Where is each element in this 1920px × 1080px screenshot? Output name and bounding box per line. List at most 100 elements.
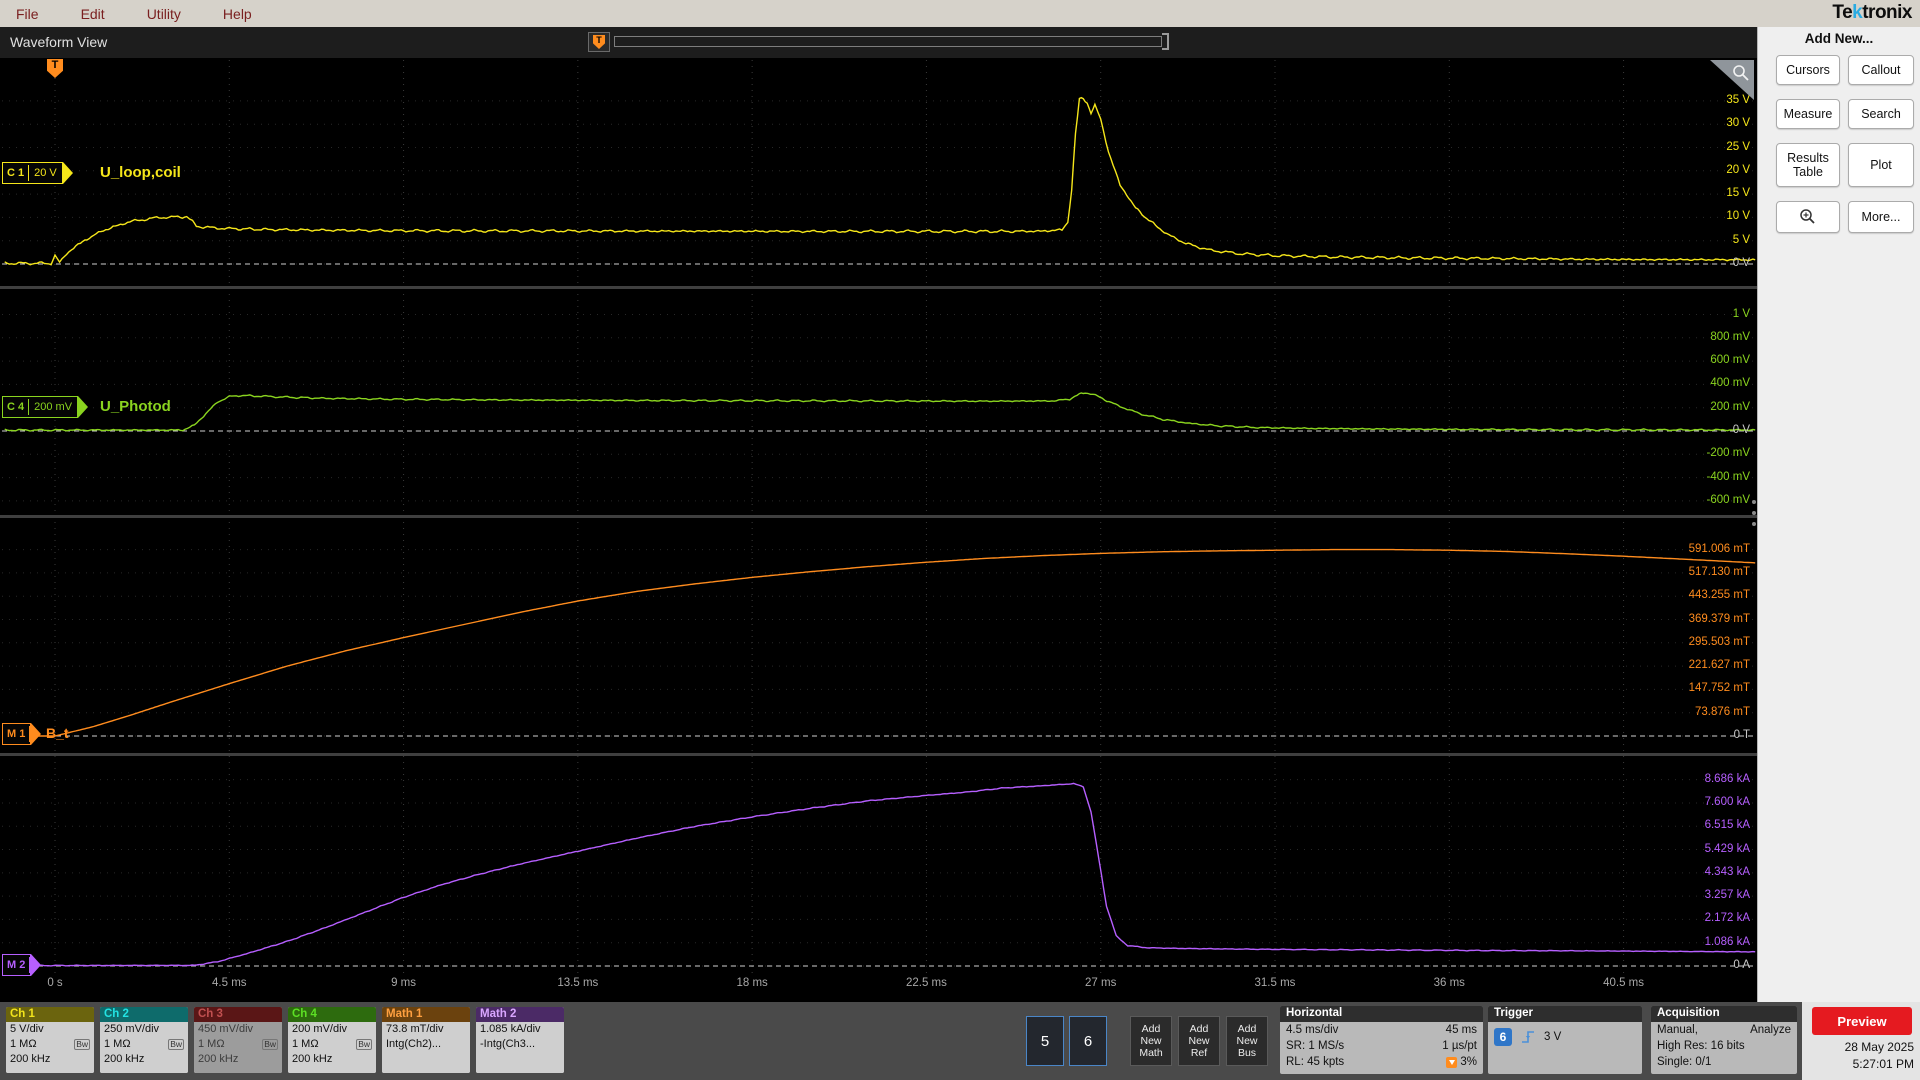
waveform-display[interactable]: 35 V 30 V 25 V 20 V 15 V 10 V 5 V 0 V 1 V 800 mV 6… <box>0 58 1757 1002</box>
bandwidth-limit-icon: Bw <box>262 1039 278 1050</box>
time-tick-label: 40.5 ms <box>1603 977 1645 989</box>
scale-label: -200 mV <box>1706 447 1750 460</box>
horizontal-pan-trigger-icon[interactable]: T <box>588 32 610 52</box>
scale-label: 35 V <box>1726 93 1750 106</box>
channel-badge-math1[interactable]: Math 1 73.8 mT/div Intg(Ch2)... <box>382 1007 470 1073</box>
c4-id: C 4 <box>3 399 30 415</box>
results-table-button[interactable]: Results Table <box>1776 143 1840 187</box>
scale-label: 1.086 kA <box>1704 935 1750 948</box>
time-display: 5:27:01 PM <box>1852 1057 1914 1071</box>
scale-label: 0 V <box>1732 424 1750 436</box>
bandwidth-limit-icon: Bw <box>168 1039 184 1050</box>
c1-scale: 20 V <box>34 167 57 179</box>
slice-separator[interactable] <box>0 753 1757 756</box>
acquisition-panel[interactable]: Acquisition Manual, Analyze High Res: 16 … <box>1651 1006 1797 1074</box>
horizontal-panel[interactable]: Horizontal 4.5 ms/div 45 ms SR: 1 MS/s 1 µ… <box>1280 1006 1483 1074</box>
bandwidth-limit-icon: Bw <box>356 1039 372 1050</box>
scale-label: 0 T <box>1733 729 1750 741</box>
channel-marker-m2[interactable]: M 2 <box>2 954 42 976</box>
zoom-magnifier-icon <box>1800 209 1815 224</box>
channel-badge-row: 1 MΩ <box>104 1038 131 1050</box>
c1-id: C 1 <box>3 165 30 181</box>
add-new-bus-button[interactable]: Add New Bus <box>1226 1016 1268 1066</box>
channel-badge-ch4[interactable]: Ch 4 200 mV/div 1 MΩ Bw 200 kHz <box>288 1007 376 1073</box>
scale-label: 73.876 mT <box>1695 705 1750 718</box>
channel-marker-c1[interactable]: C 1 20 V <box>2 162 73 184</box>
trigger-source-badge: 6 <box>1494 1028 1512 1046</box>
waveform-svg <box>2 60 1756 973</box>
trace-label-u-photod: U_Photod <box>100 398 171 415</box>
scale-label: 5 V <box>1732 233 1750 246</box>
scale-label: 200 mV <box>1710 400 1750 413</box>
channel-badge-body: 5 V/div 1 MΩ Bw 200 kHz <box>6 1022 94 1073</box>
scale-label: 0 V <box>1732 257 1750 269</box>
scale-label: 1 V <box>1732 307 1750 320</box>
channel-badge-ch2[interactable]: Ch 2 250 mV/div 1 MΩ Bw 200 kHz <box>100 1007 188 1073</box>
channel-badge-row: -Intg(Ch3... <box>480 1038 536 1050</box>
sample-rate: SR: 1 MS/s <box>1286 1040 1345 1052</box>
channel-badge-title: Ch 4 <box>288 1007 376 1022</box>
channel-badge-row: 1 MΩ <box>10 1038 37 1050</box>
channel-6-button[interactable]: 6 <box>1069 1016 1107 1066</box>
channel-5-button[interactable]: 5 <box>1026 1016 1064 1066</box>
more-button[interactable]: More... <box>1848 201 1914 233</box>
channel-badge-ch1[interactable]: Ch 15 V/div 1 MΩ Bw 200 kHz <box>6 1007 94 1073</box>
scale-label: 0 A <box>1733 959 1750 971</box>
menu-utility[interactable]: Utility <box>147 6 181 22</box>
measure-button[interactable]: Measure <box>1776 99 1840 129</box>
magnifier-icon <box>1733 65 1749 81</box>
slice-separator[interactable] <box>0 286 1757 289</box>
scale-label: -600 mV <box>1706 493 1750 506</box>
scale-label: 6.515 kA <box>1704 819 1750 832</box>
tektronix-logo: Tektronix <box>1832 2 1912 24</box>
trigger-panel[interactable]: Trigger 6 3 V <box>1488 1006 1642 1074</box>
add-new-ref-button[interactable]: Add New Ref <box>1178 1016 1220 1066</box>
resolution: 1 µs/pt <box>1442 1040 1477 1052</box>
channel-marker-m1[interactable]: M 1 <box>2 723 42 745</box>
trace-m2 <box>4 782 1756 967</box>
callout-button[interactable]: Callout <box>1848 55 1914 85</box>
channel-badge-body: 1.085 kA/div -Intg(Ch3... <box>476 1022 564 1073</box>
menu-file[interactable]: File <box>16 6 39 22</box>
date-display: 28 May 2025 <box>1844 1040 1914 1054</box>
horizontal-panel-title: Horizontal <box>1280 1006 1483 1022</box>
channel-badge-row: 73.8 mT/div <box>386 1023 444 1035</box>
scale-label: 147.752 mT <box>1688 682 1750 695</box>
add-new-math-button[interactable]: Add New Math <box>1130 1016 1172 1066</box>
scale-label: 5.429 kA <box>1704 842 1750 855</box>
add-new-header: Add New... <box>1804 31 1874 46</box>
horizontal-pan-bar[interactable] <box>614 36 1162 47</box>
time-tick-label: 0 s <box>47 977 63 989</box>
channel-badge-ch3[interactable]: Ch 3 450 mV/div 1 MΩ Bw 200 kHz <box>194 1007 282 1073</box>
menu-edit[interactable]: Edit <box>81 6 105 22</box>
channel-badge-math2[interactable]: Math 2 1.085 kA/div -Intg(Ch3... <box>476 1007 564 1073</box>
plot-button[interactable]: Plot <box>1848 143 1914 187</box>
scale-label: 10 V <box>1726 210 1750 223</box>
preview-button[interactable]: Preview <box>1812 1007 1912 1035</box>
channel-badge-body: 450 mV/div 1 MΩ Bw 200 kHz <box>194 1022 282 1073</box>
slice-separator[interactable] <box>0 515 1757 518</box>
channel-marker-c4[interactable]: C 4 200 mV <box>2 396 89 418</box>
time-tick-label: 18 ms <box>736 977 768 989</box>
record-length: RL: 45 kpts <box>1286 1056 1345 1068</box>
scale-label: 221.627 mT <box>1688 659 1750 672</box>
time-tick-label: 27 ms <box>1085 977 1117 989</box>
time-tick-label: 13.5 ms <box>557 977 599 989</box>
scale-label: 443.255 mT <box>1688 589 1750 602</box>
channel-badge-title: Math 2 <box>476 1007 564 1022</box>
horizontal-window: 45 ms <box>1445 1024 1477 1036</box>
m1-arrow <box>31 723 42 745</box>
search-button[interactable]: Search <box>1848 99 1914 129</box>
channel-badge-row: 250 mV/div <box>104 1023 160 1035</box>
time-tick-label: 36 ms <box>1433 977 1465 989</box>
channel-badge-row: 200 kHz <box>104 1053 145 1065</box>
menu-help[interactable]: Help <box>223 6 252 22</box>
scale-label: 15 V <box>1726 187 1750 200</box>
scale-label: 7.600 kA <box>1704 795 1750 808</box>
channel-badge-row: 1 MΩ <box>292 1038 319 1050</box>
scale-label: 2.172 kA <box>1704 912 1750 925</box>
zoom-button[interactable] <box>1776 201 1840 233</box>
cursors-button[interactable]: Cursors <box>1776 55 1840 85</box>
channel-badge-row: 200 kHz <box>10 1053 51 1065</box>
add-new-panel: Add New... Cursors Callout Measure Searc… <box>1757 27 1920 1002</box>
